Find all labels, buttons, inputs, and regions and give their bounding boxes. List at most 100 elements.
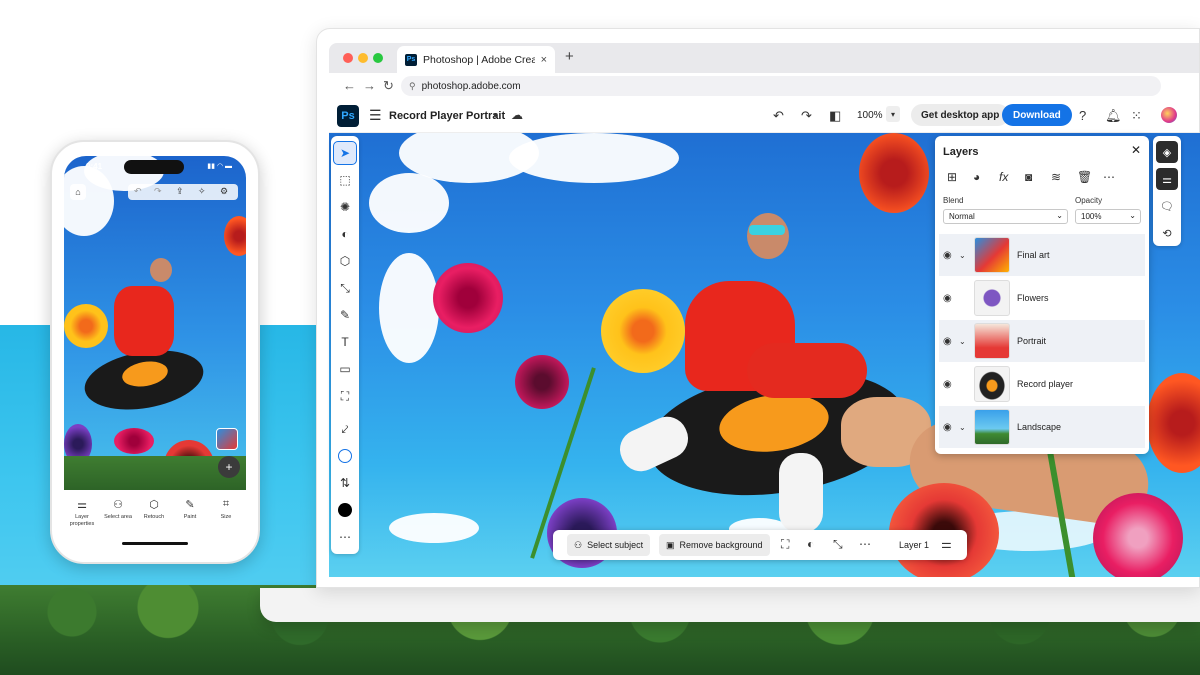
place-image-tool-icon[interactable]: ⛶ [334,385,356,407]
blend-mode-select[interactable]: Normal ⌄ [943,209,1068,224]
more-tools-icon[interactable]: ⋯ [334,526,356,548]
swap-colors-icon[interactable]: ⇅ [334,472,356,494]
reload-button[interactable]: ↻ [383,78,394,94]
remove-background-button[interactable]: ▣ Remove background [659,534,770,556]
window-maximize-button[interactable] [373,53,383,63]
expand-chevron-icon[interactable]: ⌄ [959,423,966,432]
quick-select-tool-icon[interactable]: ✺ [334,196,356,218]
back-button[interactable]: ← [343,78,356,93]
window-close-button[interactable] [343,53,353,63]
layers-panel-icon[interactable]: ◈ [1156,141,1178,163]
new-tab-button[interactable]: + [565,48,574,65]
text-tool-icon[interactable]: T [334,331,356,353]
layer-name: Flowers [1017,293,1049,303]
expand-chevron-icon[interactable]: ⌄ [959,337,966,346]
redo-icon[interactable]: ↷ [801,108,812,124]
shape-tool-icon[interactable]: ▭ [334,358,356,380]
window-minimize-button[interactable] [358,53,368,63]
brush-tool-icon[interactable]: ✎ [334,304,356,326]
redo-icon[interactable]: ↷ [154,186,162,197]
cloud-icon[interactable]: ☁ [511,108,523,122]
tab-title: Photoshop | Adobe Creative Cl [423,53,535,66]
foreground-color-swatch-icon[interactable] [334,499,356,521]
retouch-tool-icon[interactable]: ⬡ [334,250,356,272]
transform-icon[interactable]: ⤡ [833,537,843,552]
add-layer-icon[interactable]: ⊞ [947,170,957,184]
tab-close-icon[interactable]: × [541,54,547,66]
browser-tab-bar: Ps Photoshop | Adobe Creative Cl × + [329,43,1199,73]
adjustment-tool-icon[interactable]: ◐ [334,223,356,245]
layer-stack-icon[interactable]: ≋ [1051,170,1061,184]
layer-row-portrait[interactable]: ◉ ⌄ Portrait [939,320,1145,362]
layer-thumbnail [974,237,1010,273]
document-title[interactable]: Record Player Portrait [389,110,505,122]
zoom-level[interactable]: 100% [857,110,883,121]
comments-icon[interactable]: 🗨︎ [1156,195,1178,217]
share-icon[interactable]: ⇪ [176,186,184,197]
select-area-button[interactable]: ⚇ Select area [100,498,136,521]
effects-icon[interactable]: fx [999,170,1008,184]
eye-icon[interactable]: ◉ [943,250,952,261]
site-info-icon[interactable]: ⚲ [409,81,416,92]
sunglasses [749,225,785,235]
compare-icon[interactable]: ◧ [829,108,841,124]
layer-thumbnail[interactable] [216,428,238,450]
avatar[interactable] [1161,107,1177,123]
zoom-dropdown-icon[interactable]: ▾ [886,106,900,122]
history-icon[interactable]: ⟲ [1156,222,1178,244]
phone-canvas[interactable]: 9:41 ▮▮ ◠ ▬ ⌂ ↶ ↷ ⇪ ✧ ⚙ + [64,156,246,490]
chevron-down-icon[interactable]: ▾ [493,110,498,121]
properties-panel-icon[interactable]: ⚌ [1156,168,1178,190]
move-tool-icon[interactable]: ➤ [333,141,357,165]
adjustment-icon[interactable]: ◐ [807,537,814,551]
gear-icon[interactable]: ⚙ [220,186,228,197]
layer-row-final-art[interactable]: ◉ ⌄ Final art [939,234,1145,276]
select-subject-button[interactable]: ⚇ Select subject [567,534,651,556]
more-options-icon[interactable]: ⋯ [1103,170,1115,184]
get-desktop-app-button[interactable]: Get desktop app [911,104,1010,126]
undo-icon[interactable]: ↶ [773,108,784,124]
layer-row-landscape[interactable]: ◉ ⌄ Landscape [939,406,1145,448]
layer-row-flowers[interactable]: ◉ Flowers [939,277,1145,319]
delete-layer-icon[interactable]: 🗑︎ [1077,170,1092,184]
tips-bulb-icon[interactable]: ✧ [198,186,206,197]
url-input[interactable]: ⚲ photoshop.adobe.com [401,76,1161,96]
photoshop-logo[interactable]: Ps [337,105,359,127]
size-button[interactable]: ⌗ Size [208,498,244,521]
notifications-icon[interactable]: 🔔︎ [1105,108,1122,124]
sliders-icon[interactable]: ⚌ [941,537,952,551]
cloud-shape [509,133,679,183]
download-button[interactable]: Download [1002,104,1072,126]
add-button[interactable]: + [218,456,240,478]
apps-grid-icon[interactable]: ⁙ [1131,108,1142,124]
browser-tab-photoshop[interactable]: Ps Photoshop | Adobe Creative Cl × [397,46,555,73]
expand-chevron-icon[interactable]: ⌄ [959,251,966,260]
address-bar-row: ← → ↻ ⚲ photoshop.adobe.com [329,73,1199,101]
eyedropper-tool-icon[interactable]: ⤦ [334,418,356,440]
home-icon[interactable]: ⌂ [70,184,86,200]
select-area-tool-icon[interactable]: ⬚ [334,169,356,191]
paint-button[interactable]: ✎ Paint [172,498,208,521]
adjustment-layer-icon[interactable]: ◕ [973,170,980,184]
layer-properties-button[interactable]: ⚌ Layer properties [64,498,100,528]
forward-button[interactable]: → [363,78,376,93]
select-area-icon: ⚇ [113,499,123,511]
eye-icon[interactable]: ◉ [943,336,952,347]
background-color-swatch-icon[interactable] [334,445,356,467]
close-icon[interactable]: ✕ [1131,143,1141,157]
mask-icon[interactable]: ◙ [1025,170,1032,184]
eye-icon[interactable]: ◉ [943,379,952,390]
menu-icon[interactable]: ☰ [369,107,382,124]
tool-label: Layer properties [69,514,95,527]
layer-row-record-player[interactable]: ◉ Record player [939,363,1145,405]
eye-icon[interactable]: ◉ [943,422,952,433]
undo-icon[interactable]: ↶ [134,186,142,197]
help-icon[interactable]: ? [1079,108,1086,123]
active-layer-name[interactable]: Layer 1 [899,540,929,550]
retouch-button[interactable]: ⬡ Retouch [136,498,172,521]
eye-icon[interactable]: ◉ [943,293,952,304]
transform-tool-icon[interactable]: ⤡ [334,277,356,299]
generative-fill-icon[interactable]: ⛶ [781,537,789,552]
opacity-select[interactable]: 100% ⌄ [1075,209,1141,224]
more-options-icon[interactable]: ⋯ [859,537,871,551]
